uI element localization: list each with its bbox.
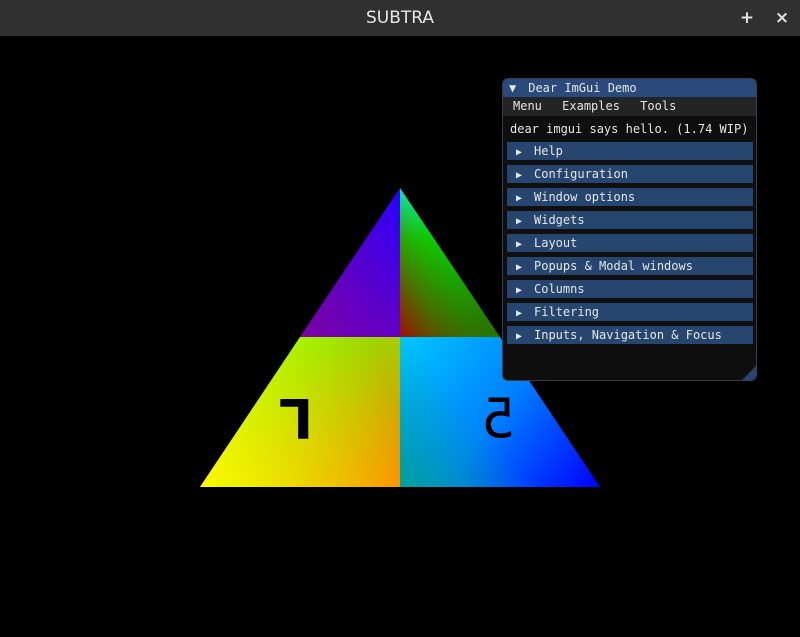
expand-arrow-icon: ▶	[516, 331, 523, 342]
left-digit: L	[279, 386, 313, 449]
header-layout[interactable]: ▶ Layout	[507, 234, 753, 252]
expand-arrow-icon: ▶	[516, 193, 523, 204]
expand-arrow-icon: ▶	[516, 308, 523, 319]
expand-arrow-icon: ▶	[516, 216, 523, 227]
header-inputs-navigation-focus[interactable]: ▶ Inputs, Navigation & Focus	[507, 326, 753, 344]
collapse-arrow-icon[interactable]: ▼	[509, 79, 521, 97]
add-icon[interactable]: +	[736, 7, 758, 29]
header-popups-modal[interactable]: ▶ Popups & Modal windows	[507, 257, 753, 275]
right-digit: 5	[481, 387, 515, 450]
expand-arrow-icon: ▶	[516, 239, 523, 250]
expand-arrow-icon: ▶	[516, 285, 523, 296]
header-configuration[interactable]: ▶ Configuration	[507, 165, 753, 183]
header-widgets[interactable]: ▶ Widgets	[507, 211, 753, 229]
header-window-options[interactable]: ▶ Window options	[507, 188, 753, 206]
header-help[interactable]: ▶ Help	[507, 142, 753, 160]
menu-menu[interactable]: Menu	[513, 99, 542, 113]
imgui-title: Dear ImGui Demo	[528, 81, 637, 95]
imgui-title-bar[interactable]: ▼ Dear ImGui Demo	[503, 79, 756, 97]
expand-arrow-icon: ▶	[516, 170, 523, 181]
expand-arrow-icon: ▶	[516, 147, 523, 158]
hello-text: dear imgui says hello. (1.74 WIP)	[510, 122, 749, 136]
window-title: SUBTRA	[365, 8, 435, 28]
close-icon[interactable]: ×	[771, 7, 793, 29]
imgui-menu-bar: Menu Examples Tools	[503, 97, 756, 116]
menu-tools[interactable]: Tools	[640, 99, 676, 113]
menu-examples[interactable]: Examples	[562, 99, 620, 113]
header-filtering[interactable]: ▶ Filtering	[507, 303, 753, 321]
imgui-demo-window[interactable]: ▼ Dear ImGui Demo Menu Examples Tools de…	[502, 78, 757, 381]
resize-grip[interactable]	[742, 366, 756, 380]
header-columns[interactable]: ▶ Columns	[507, 280, 753, 298]
expand-arrow-icon: ▶	[516, 262, 523, 273]
window-titlebar[interactable]: SUBTRA + ×	[0, 0, 800, 36]
